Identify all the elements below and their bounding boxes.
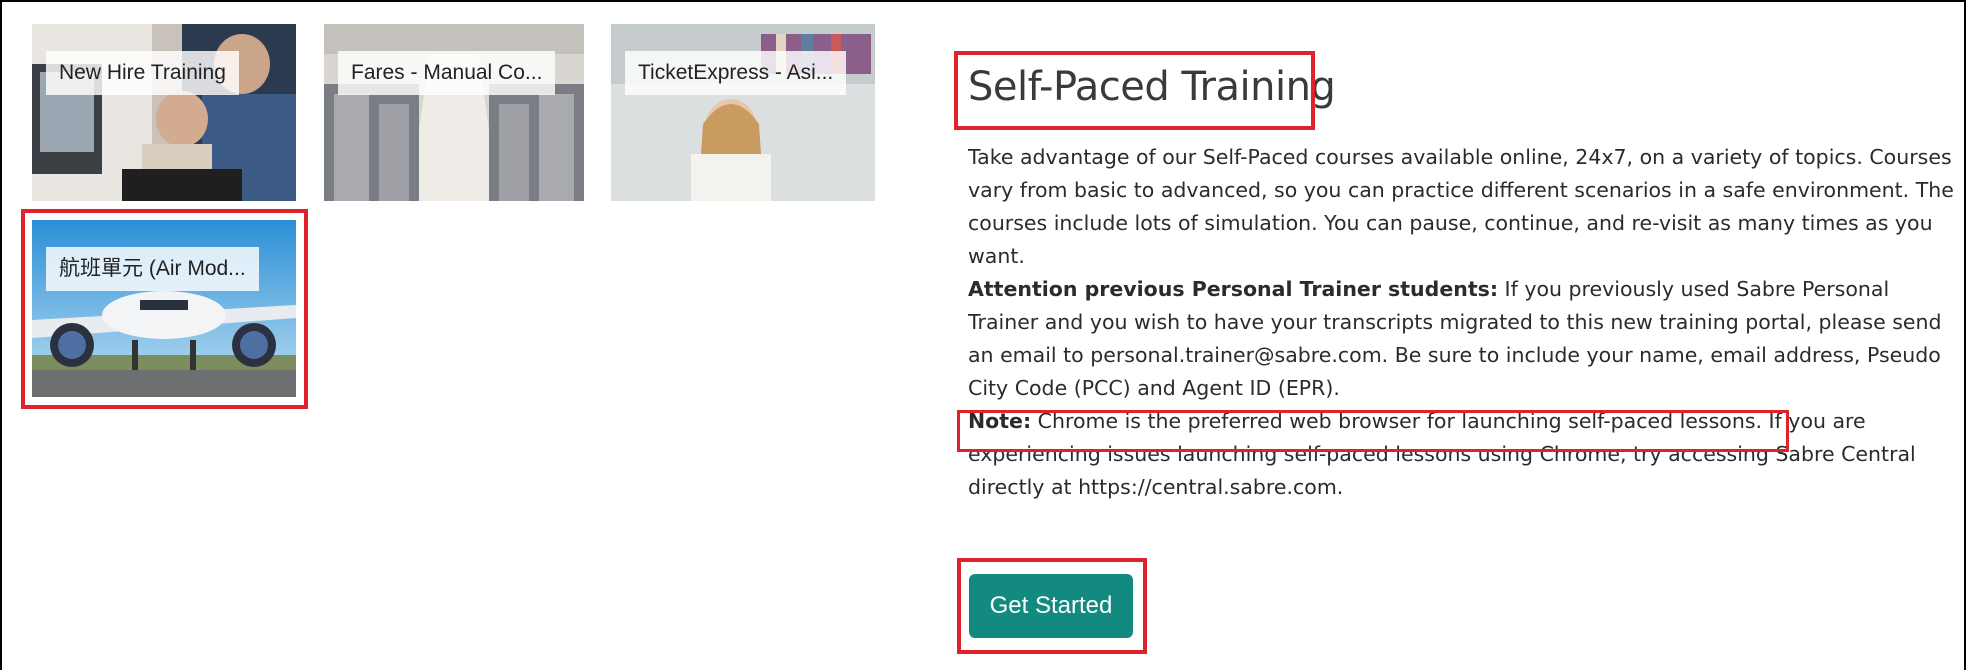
course-tile-label: 航班單元 (Air Mod... xyxy=(46,247,259,291)
note-label: Note: xyxy=(968,409,1032,433)
attention-paragraph: Attention previous Personal Trainer stud… xyxy=(968,273,1958,405)
page-title: Self-Paced Training xyxy=(968,64,1336,110)
course-tile-fares-manual[interactable]: Fares - Manual Co... xyxy=(324,24,584,201)
section-description: Take advantage of our Self-Paced courses… xyxy=(968,141,1958,504)
course-tile-label: TicketExpress - Asi... xyxy=(625,51,847,95)
note-paragraph: Note: Chrome is the preferred web browse… xyxy=(968,405,1958,504)
get-started-button[interactable]: Get Started xyxy=(969,574,1133,638)
course-tile-ticketexpress[interactable]: TicketExpress - Asi... xyxy=(611,24,875,201)
course-tile-air-module[interactable]: 航班單元 (Air Mod... xyxy=(32,220,296,397)
attention-label: Attention previous Personal Trainer stud… xyxy=(968,277,1499,301)
intro-text: Take advantage of our Self-Paced courses… xyxy=(968,145,1954,268)
course-tile-label: Fares - Manual Co... xyxy=(338,51,556,95)
note-text: Chrome is the preferred web browser for … xyxy=(1031,409,1763,433)
course-tile-label: New Hire Training xyxy=(46,51,239,95)
course-tile-new-hire-training[interactable]: New Hire Training xyxy=(32,24,296,201)
